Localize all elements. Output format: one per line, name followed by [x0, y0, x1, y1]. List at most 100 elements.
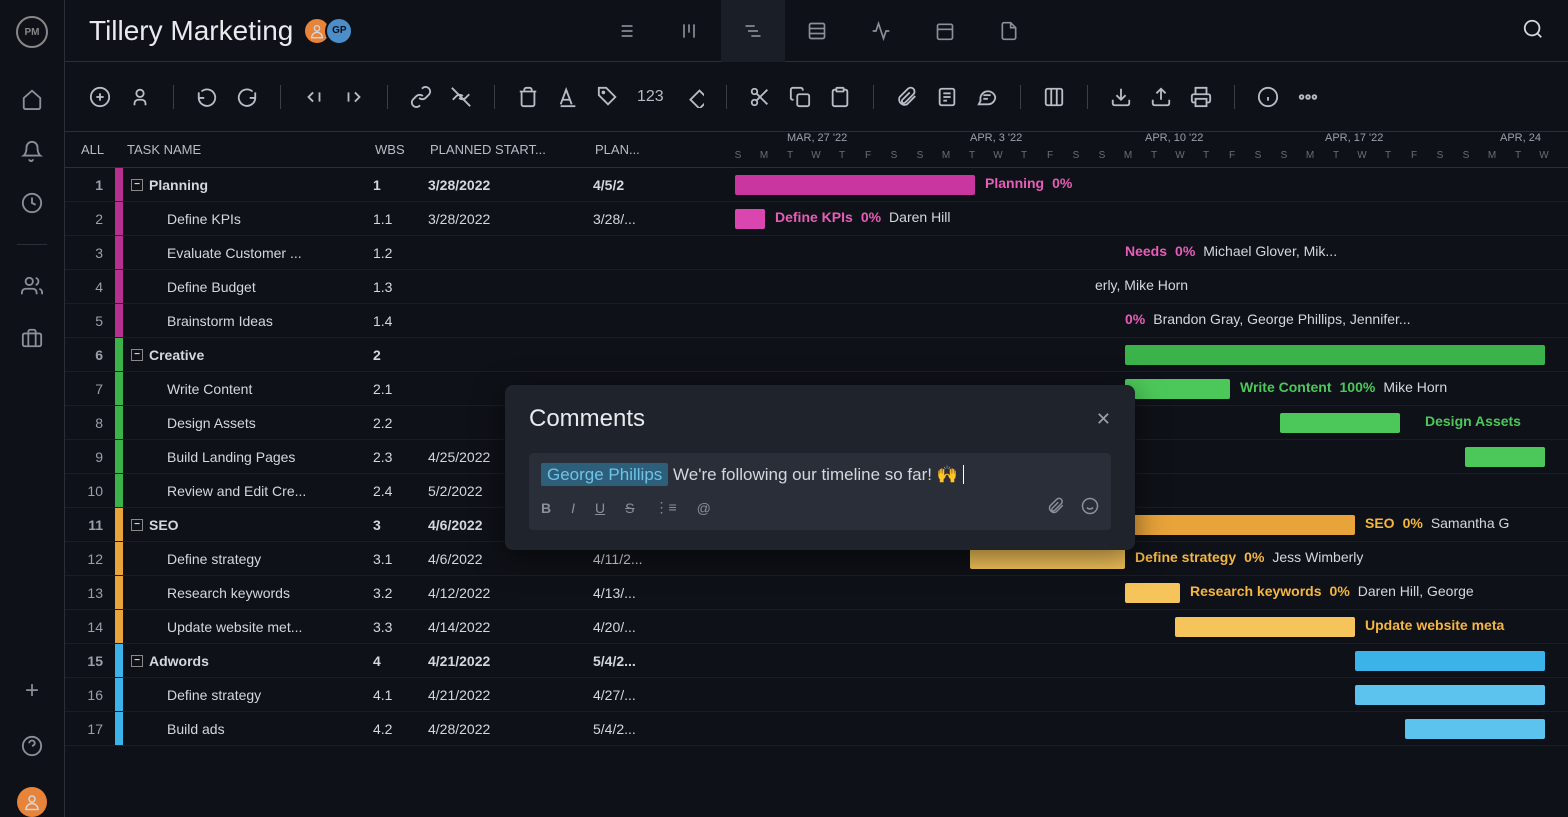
- gantt-bar[interactable]: [1125, 345, 1545, 365]
- mention-icon[interactable]: @: [697, 500, 711, 516]
- gantt-bar[interactable]: [970, 549, 1125, 569]
- activity-view-tab[interactable]: [849, 0, 913, 62]
- gantt-row[interactable]: erly, Mike Horn: [725, 270, 1568, 304]
- gantt-bar[interactable]: [735, 209, 765, 229]
- milestone-icon[interactable]: [682, 86, 704, 108]
- table-row[interactable]: 13 Research keywords 3.2 4/12/2022 4/13/…: [65, 576, 725, 610]
- logo[interactable]: PM: [16, 16, 48, 48]
- unlink-icon[interactable]: [450, 86, 472, 108]
- team-icon[interactable]: [21, 275, 43, 297]
- member-avatars[interactable]: GP: [309, 17, 353, 45]
- comment-icon[interactable]: [976, 86, 998, 108]
- cut-icon[interactable]: [749, 86, 771, 108]
- board-view-tab[interactable]: [657, 0, 721, 62]
- comment-input[interactable]: George Phillips We're following our time…: [529, 453, 1111, 530]
- assign-icon[interactable]: [129, 86, 151, 108]
- user-avatar[interactable]: [17, 787, 47, 817]
- gantt-row[interactable]: [725, 644, 1568, 678]
- table-row[interactable]: 6 − Creative 2: [65, 338, 725, 372]
- redo-icon[interactable]: [236, 86, 258, 108]
- collapse-icon[interactable]: −: [131, 519, 143, 531]
- link-icon[interactable]: [410, 86, 432, 108]
- add-button[interactable]: +: [25, 677, 39, 705]
- calendar-view-tab[interactable]: [913, 0, 977, 62]
- gantt-bar[interactable]: [735, 175, 975, 195]
- attachment-icon[interactable]: [896, 86, 918, 108]
- gantt-row[interactable]: [725, 712, 1568, 746]
- comments-popup: Comments ✕ George Phillips We're followi…: [505, 385, 1135, 550]
- table-row[interactable]: 17 Build ads 4.2 4/28/2022 5/4/2...: [65, 712, 725, 746]
- gantt-bar[interactable]: [1355, 685, 1545, 705]
- close-icon[interactable]: ✕: [1096, 409, 1111, 430]
- gantt-bar[interactable]: [1405, 719, 1545, 739]
- info-icon[interactable]: [1257, 86, 1279, 108]
- copy-icon[interactable]: [789, 86, 811, 108]
- table-row[interactable]: 5 Brainstorm Ideas 1.4: [65, 304, 725, 338]
- table-row[interactable]: 3 Evaluate Customer ... 1.2: [65, 236, 725, 270]
- table-row[interactable]: 2 Define KPIs 1.1 3/28/2022 3/28/...: [65, 202, 725, 236]
- table-row[interactable]: 1 − Planning 1 3/28/2022 4/5/2: [65, 168, 725, 202]
- collapse-icon[interactable]: −: [131, 179, 143, 191]
- table-row[interactable]: 14 Update website met... 3.3 4/14/2022 4…: [65, 610, 725, 644]
- outdent-icon[interactable]: [303, 86, 325, 108]
- export-icon[interactable]: [1150, 86, 1172, 108]
- table-row[interactable]: 4 Define Budget 1.3: [65, 270, 725, 304]
- help-icon[interactable]: [21, 735, 43, 757]
- gantt-row[interactable]: Needs0%Michael Glover, Mik...: [725, 236, 1568, 270]
- col-all[interactable]: ALL: [65, 142, 115, 157]
- gantt-row[interactable]: Planning0%: [725, 168, 1568, 202]
- header: Tillery Marketing GP: [65, 0, 1568, 62]
- list-icon[interactable]: ⋮≡: [654, 499, 676, 516]
- gantt-bar[interactable]: [1175, 617, 1355, 637]
- gantt-bar[interactable]: [1125, 379, 1230, 399]
- emoji-icon[interactable]: [1081, 497, 1099, 518]
- gantt-row[interactable]: [725, 338, 1568, 372]
- attach-file-icon[interactable]: [1047, 497, 1065, 518]
- search-icon[interactable]: [1522, 18, 1544, 43]
- col-name[interactable]: TASK NAME: [115, 142, 375, 157]
- import-icon[interactable]: [1110, 86, 1132, 108]
- underline-icon[interactable]: U: [595, 500, 605, 516]
- mention-tag[interactable]: George Phillips: [541, 463, 668, 486]
- table-row[interactable]: 15 − Adwords 4 4/21/2022 5/4/2...: [65, 644, 725, 678]
- clock-icon[interactable]: [21, 192, 43, 214]
- gantt-row[interactable]: Update website meta: [725, 610, 1568, 644]
- numbering-icon[interactable]: 123: [637, 88, 664, 106]
- col-end[interactable]: PLAN...: [595, 142, 715, 157]
- gantt-row[interactable]: 0%Brandon Gray, George Phillips, Jennife…: [725, 304, 1568, 338]
- strike-icon[interactable]: S: [625, 500, 634, 516]
- more-icon[interactable]: [1297, 86, 1319, 108]
- notes-icon[interactable]: [936, 86, 958, 108]
- gantt-bar[interactable]: [1280, 413, 1400, 433]
- indent-icon[interactable]: [343, 86, 365, 108]
- gantt-bar[interactable]: [1465, 447, 1545, 467]
- col-wbs[interactable]: WBS: [375, 142, 430, 157]
- gantt-row[interactable]: Research keywords0%Daren Hill, George: [725, 576, 1568, 610]
- bell-icon[interactable]: [21, 140, 43, 162]
- collapse-icon[interactable]: −: [131, 349, 143, 361]
- text-style-icon[interactable]: [557, 86, 579, 108]
- briefcase-icon[interactable]: [21, 327, 43, 349]
- columns-icon[interactable]: [1043, 86, 1065, 108]
- gantt-row[interactable]: Define KPIs0%Daren Hill: [725, 202, 1568, 236]
- delete-icon[interactable]: [517, 86, 539, 108]
- gantt-bar[interactable]: [1125, 583, 1180, 603]
- list-view-tab[interactable]: [593, 0, 657, 62]
- undo-icon[interactable]: [196, 86, 218, 108]
- col-start[interactable]: PLANNED START...: [430, 142, 595, 157]
- gantt-row[interactable]: [725, 678, 1568, 712]
- gantt-bar[interactable]: [1355, 651, 1545, 671]
- print-icon[interactable]: [1190, 86, 1212, 108]
- home-icon[interactable]: [21, 88, 43, 110]
- sheet-view-tab[interactable]: [785, 0, 849, 62]
- italic-icon[interactable]: I: [571, 500, 575, 516]
- collapse-icon[interactable]: −: [131, 655, 143, 667]
- gantt-view-tab[interactable]: [721, 0, 785, 62]
- paste-icon[interactable]: [829, 86, 851, 108]
- add-task-icon[interactable]: [89, 86, 111, 108]
- table-row[interactable]: 16 Define strategy 4.1 4/21/2022 4/27/..…: [65, 678, 725, 712]
- file-view-tab[interactable]: [977, 0, 1041, 62]
- bold-icon[interactable]: B: [541, 500, 551, 516]
- comment-toolbar: B I U S ⋮≡ @: [541, 497, 1099, 518]
- tag-icon[interactable]: [597, 86, 619, 108]
